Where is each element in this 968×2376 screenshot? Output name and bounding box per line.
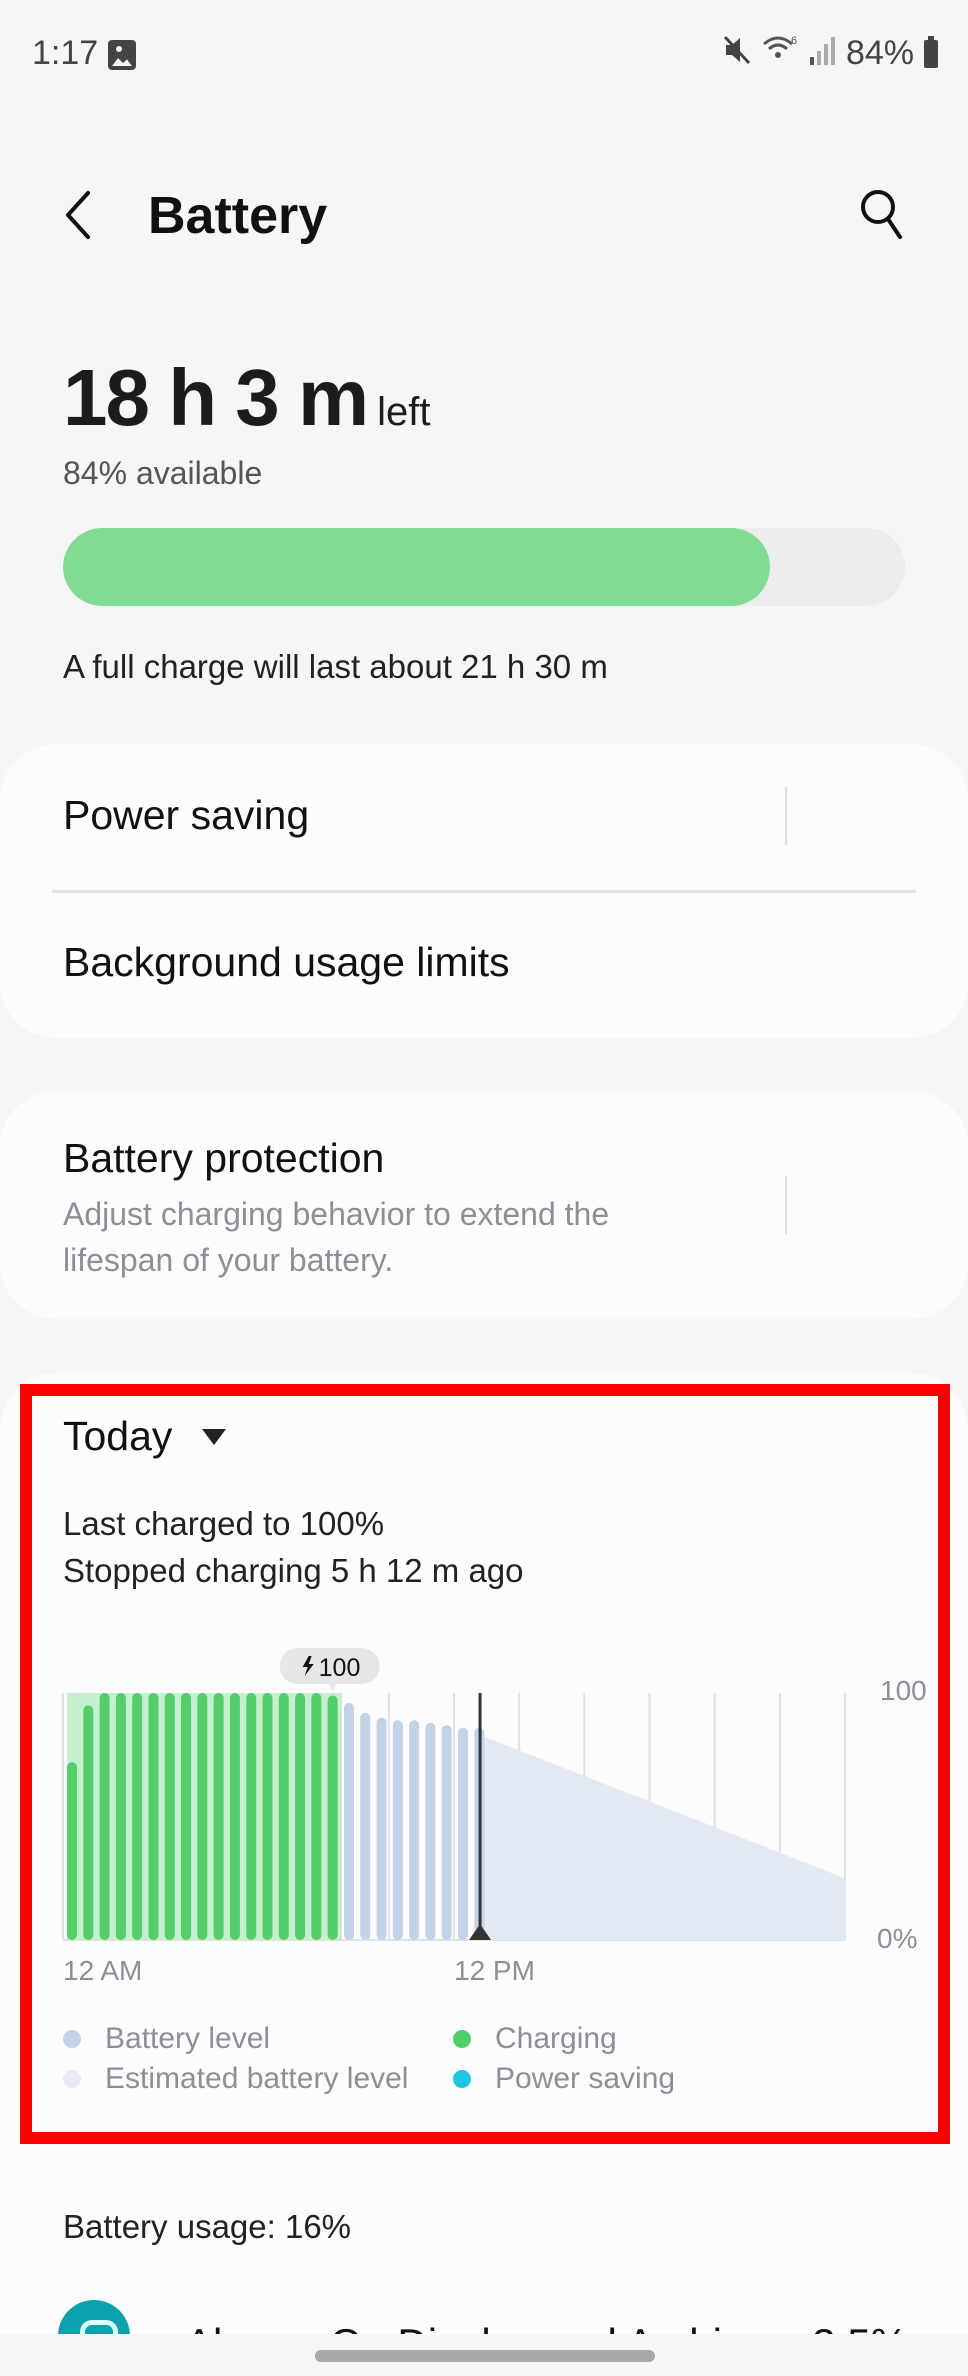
status-time: 1:17 (32, 34, 99, 72)
charging-bar (83, 1705, 94, 1940)
estimated-battery-area (480, 1734, 845, 1940)
charging-bar (295, 1693, 306, 1940)
battery-protection-card[interactable]: Battery protection Adjust charging behav… (0, 1091, 968, 1319)
charging-bar (148, 1693, 159, 1940)
back-button[interactable] (60, 185, 100, 245)
charge-badge-pointer (328, 1684, 337, 1690)
chevron-left-icon (66, 191, 90, 239)
search-icon (861, 190, 902, 239)
status-battery-percent: 84% (845, 34, 914, 72)
charging-bar (115, 1693, 126, 1940)
battery-level-bar (63, 528, 905, 606)
row-separator (785, 787, 787, 845)
battery-icon (924, 35, 938, 68)
legend-item: Charging (453, 2022, 617, 2056)
battery-protection-description-2: lifespan of your battery. (63, 1242, 394, 1278)
battery-protection-label: Battery protection (63, 1135, 385, 1181)
battery-level-bar (441, 1725, 452, 1940)
legend-label: Charging (495, 2022, 617, 2055)
charging-bar (311, 1693, 322, 1940)
charging-bar (99, 1693, 110, 1940)
estimated-area (480, 1734, 845, 1940)
home-gesture-handle[interactable] (315, 2350, 655, 2362)
charging-bar (67, 1762, 77, 1940)
legend-dot-icon (453, 2070, 471, 2088)
charging-bar (229, 1693, 240, 1940)
charging-bar (327, 1695, 338, 1940)
chart-bars (67, 1693, 485, 1940)
battery-level-bar (376, 1717, 387, 1940)
signal-icon (809, 35, 836, 72)
available-percent: 84% available (63, 455, 263, 491)
period-label: Today (63, 1413, 173, 1459)
legend-dot-icon (63, 2030, 81, 2048)
status-icons: 6 84% (722, 34, 938, 73)
battery-level-bar (458, 1727, 468, 1940)
power-saving-label: Power saving (63, 792, 310, 838)
charging-bar (262, 1693, 273, 1940)
battery-level-bar (409, 1720, 420, 1940)
legend-label: Estimated battery level (105, 2062, 409, 2095)
page-title: Battery (148, 187, 328, 245)
background-usage-limits-row[interactable]: Background usage limits (0, 893, 968, 1038)
x-tick-label-mid: 12 PM (454, 1955, 535, 1986)
battery-level-bar (360, 1712, 371, 1940)
battery-level-bar (343, 1702, 354, 1940)
legend-item: Estimated battery level (63, 2062, 408, 2096)
battery-usage-title: Battery usage: 16% (63, 2208, 352, 2245)
charging-bar (164, 1693, 175, 1940)
battery-history-chart[interactable]: 100 100 0% 12 AM 12 PM (0, 1630, 968, 1990)
time-left-suffix: left (377, 390, 431, 434)
charging-bar (278, 1693, 289, 1940)
full-charge-estimate: A full charge will last about 21 h 30 m (63, 648, 608, 685)
charging-bar (246, 1693, 257, 1940)
background-usage-limits-label: Background usage limits (63, 939, 510, 985)
charge-badge-value: 100 (319, 1654, 361, 1682)
last-charged-text: Last charged to 100% (63, 1505, 385, 1542)
mute-icon (722, 34, 752, 73)
legend-label: Power saving (495, 2062, 676, 2095)
legend-item: Power saving (453, 2062, 675, 2096)
caret-down-icon (202, 1428, 227, 1445)
x-tick-label-start: 12 AM (63, 1955, 142, 1986)
charging-bar (181, 1693, 192, 1940)
legend-dot-icon (63, 2070, 81, 2088)
y-tick-label-top: 100 (880, 1675, 927, 1706)
stopped-charging-text: Stopped charging 5 h 12 m ago (63, 1552, 524, 1589)
legend-item: Battery level (63, 2022, 270, 2056)
legend-label: Battery level (105, 2022, 271, 2055)
charging-bar (132, 1693, 143, 1940)
gallery-icon (108, 40, 136, 70)
svg-text:6: 6 (791, 35, 797, 47)
charge-badge: 100 (279, 1648, 380, 1690)
battery-level-fill (63, 528, 771, 606)
charging-bar (197, 1693, 208, 1940)
search-button[interactable] (856, 185, 910, 241)
power-saving-row[interactable]: Power saving (0, 744, 968, 890)
wifi-icon: 6 (762, 34, 800, 73)
legend-dot-icon (453, 2030, 471, 2048)
period-dropdown[interactable]: Today (63, 1413, 227, 1460)
battery-level-bar (392, 1720, 403, 1940)
battery-protection-description-1: Adjust charging behavior to extend the (63, 1196, 610, 1232)
time-left: 18 h 3 m left (63, 352, 431, 444)
charging-bar (213, 1693, 224, 1940)
row-separator (785, 1176, 787, 1234)
battery-level-bar (425, 1722, 436, 1940)
time-left-value: 18 h 3 m (63, 353, 369, 442)
y-tick-label-bottom: 0% (877, 1923, 917, 1954)
